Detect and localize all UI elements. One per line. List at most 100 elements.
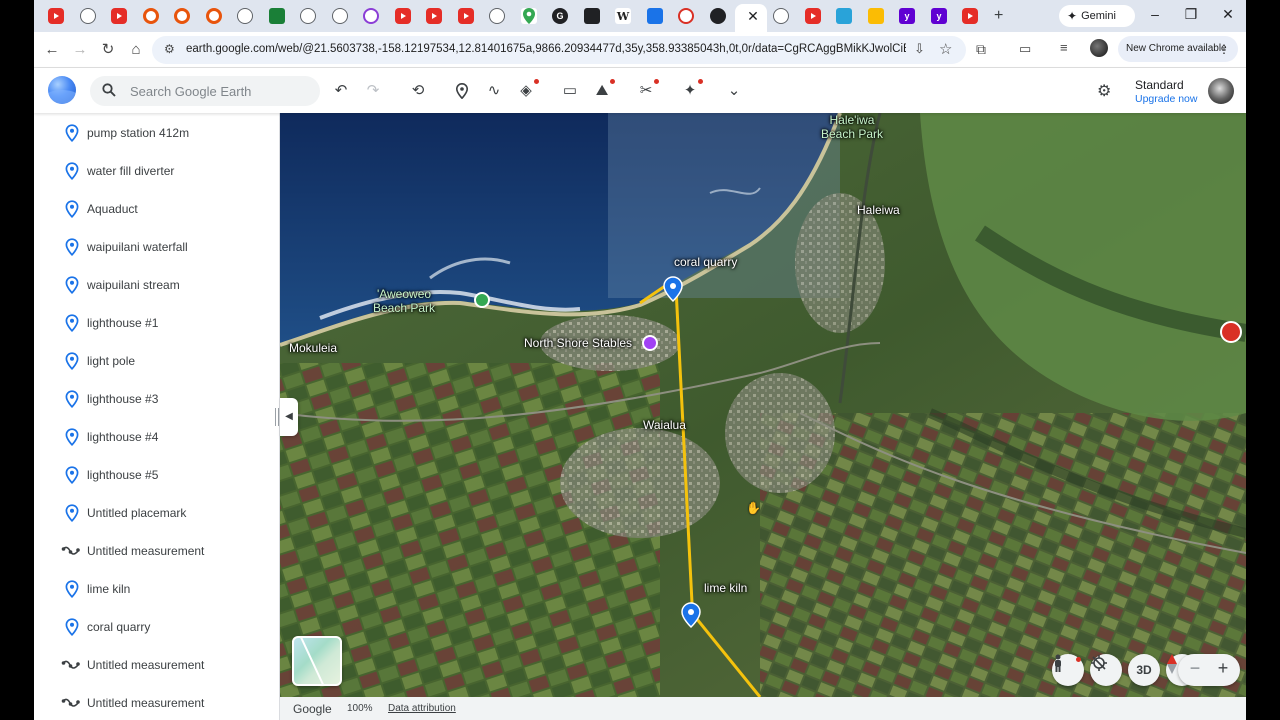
map-style-thumbnail[interactable] [292, 636, 342, 686]
minimize-icon[interactable]: – [1145, 6, 1165, 22]
restore-icon[interactable]: ❐ [1181, 6, 1201, 23]
map-label-mokuleia[interactable]: Mokuleia [289, 341, 337, 355]
sidebar-item-pump-station[interactable]: pump station 412m [34, 114, 279, 152]
sidebar-item-untitled-measurement[interactable]: Untitled measurement [34, 646, 279, 684]
youtube-icon[interactable] [48, 8, 64, 24]
elevation-profile-icon[interactable]: ⛰ [592, 79, 615, 101]
youtube-icon[interactable] [111, 8, 127, 24]
zoom-in-button[interactable]: + [1214, 658, 1232, 679]
youtube-icon[interactable] [395, 8, 411, 24]
sidebar-item-aquaduct[interactable]: Aquaduct [34, 190, 279, 228]
add-placemark-icon[interactable] [452, 81, 472, 101]
youtube-icon[interactable] [805, 8, 821, 24]
yahoo-icon[interactable]: y [931, 8, 947, 24]
gear-icon[interactable] [489, 8, 505, 24]
profile-avatar[interactable] [1090, 39, 1108, 57]
map-label-north-shore-stables[interactable]: North Shore Stables [524, 336, 632, 350]
youtube-icon[interactable] [962, 8, 978, 24]
collapse-sidebar-button[interactable]: ◀ [280, 398, 298, 436]
globe-icon[interactable] [773, 8, 789, 24]
youtube-icon[interactable] [426, 8, 442, 24]
dark-icon[interactable] [584, 8, 600, 24]
extensions-icon[interactable]: ⧉ [976, 41, 986, 58]
home-icon[interactable]: ⌂ [127, 41, 145, 59]
pegman-street-view-button[interactable] [1052, 654, 1084, 686]
ai-sparkle-icon[interactable]: ✦ [680, 79, 703, 101]
upgrade-link[interactable]: Upgrade now [1135, 93, 1197, 105]
google-earth-logo[interactable] [48, 76, 76, 104]
sidebar-item-untitled-measurement[interactable]: Untitled measurement [34, 684, 279, 720]
sidebar-item-lighthouse-1[interactable]: lighthouse #1 [34, 304, 279, 342]
globe-icon[interactable] [332, 8, 348, 24]
account-avatar[interactable] [1208, 78, 1234, 104]
new-tab-button[interactable]: + [994, 7, 1003, 25]
gemini-button[interactable]: ✦ Gemini [1059, 5, 1135, 27]
toggle-3d-button[interactable]: 3D [1128, 654, 1160, 686]
park-icon[interactable] [474, 292, 490, 308]
globe-icon[interactable] [237, 8, 253, 24]
tools-icon[interactable]: ✂ [636, 79, 659, 101]
map-label-haleiwa[interactable]: Haleiwa [857, 203, 900, 217]
sidebar-item-lime-kiln[interactable]: lime kiln [34, 570, 279, 608]
search-input[interactable] [130, 80, 310, 102]
tab-search-icon[interactable]: ▭ [1019, 41, 1031, 57]
lime-kiln-label[interactable]: lime kiln [704, 581, 747, 595]
globe-icon[interactable] [300, 8, 316, 24]
zoom-out-button[interactable]: − [1186, 658, 1204, 679]
sidebar-item-water-fill-diverter[interactable]: water fill diverter [34, 152, 279, 190]
c-icon[interactable] [174, 8, 190, 24]
my-location-button[interactable] [1090, 654, 1122, 686]
c-icon[interactable] [143, 8, 159, 24]
coral-quarry-label[interactable]: coral quarry [674, 255, 737, 269]
dark-icon[interactable] [710, 8, 726, 24]
url-text[interactable]: earth.google.com/web/@21.5603738,-158.12… [186, 43, 906, 55]
site-info-icon[interactable]: ⚙ [164, 42, 175, 56]
green-app-icon[interactable] [269, 8, 285, 24]
yahoo-icon[interactable]: y [899, 8, 915, 24]
measure-icon[interactable]: ▭ [560, 81, 580, 101]
data-attribution-link[interactable]: Data attribution [388, 703, 456, 714]
history-icon[interactable]: ⟲ [408, 81, 428, 101]
redo-icon[interactable]: ↷ [363, 81, 383, 101]
sidebar-item-light-pole[interactable]: light pole [34, 342, 279, 380]
location-badge-icon[interactable] [1220, 321, 1242, 343]
draw-path-icon[interactable]: ∿ [484, 81, 504, 101]
map-label-aweoweo-beach-park[interactable]: 'Aweoweo Beach Park [366, 287, 442, 315]
map-label-waialua[interactable]: Waialua [643, 418, 686, 432]
sidebar-item-untitled-measurement[interactable]: Untitled measurement [34, 532, 279, 570]
purple-icon[interactable] [363, 8, 379, 24]
close-window-icon[interactable]: ✕ [1218, 6, 1238, 23]
maps-icon[interactable] [521, 8, 537, 24]
sidebar-item-untitled-placemark[interactable]: Untitled placemark [34, 494, 279, 532]
undo-icon[interactable]: ↶ [331, 81, 351, 101]
sidebar-item-coral-quarry[interactable]: coral quarry [34, 608, 279, 646]
media-control-icon[interactable]: ≡ [1060, 40, 1068, 55]
sidebar-resize-handle[interactable] [275, 408, 279, 426]
blue-app-icon[interactable] [647, 8, 663, 24]
red-icon[interactable] [678, 8, 694, 24]
settings-gear-icon[interactable]: ⚙ [1097, 81, 1111, 101]
bookmark-star-icon[interactable]: ☆ [939, 40, 952, 58]
attraction-icon[interactable] [642, 335, 658, 351]
youtube-icon[interactable] [458, 8, 474, 24]
blue-app-icon[interactable] [836, 8, 852, 24]
close-tab-icon[interactable]: ✕ [745, 8, 761, 24]
globe-icon[interactable] [80, 8, 96, 24]
layers-icon[interactable]: ◈ [516, 79, 539, 101]
map-label-haleiwa-beach-park[interactable]: Hale'iwa Beach Park [818, 113, 886, 141]
map-viewport[interactable]: Hale'iwa Beach Park Haleiwa coral quarry… [280, 113, 1246, 697]
chevron-down-icon[interactable]: ⌄ [724, 81, 744, 101]
update-chip[interactable]: New Chrome available ⋮ [1118, 36, 1238, 62]
wikipedia-icon[interactable]: W [615, 8, 631, 24]
sidebar-item-lighthouse-3[interactable]: lighthouse #3 [34, 380, 279, 418]
sidebar-item-lighthouse-5[interactable]: lighthouse #5 [34, 456, 279, 494]
bag-icon[interactable] [868, 8, 884, 24]
google-icon[interactable]: G [552, 8, 568, 24]
address-bar[interactable]: ⚙ earth.google.com/web/@21.5603738,-158.… [152, 36, 966, 64]
sidebar-item-lighthouse-4[interactable]: lighthouse #4 [34, 418, 279, 456]
sidebar-item-waipuilani-waterfall[interactable]: waipuilani waterfall [34, 228, 279, 266]
sidebar-item-waipuilani-stream[interactable]: waipuilani stream [34, 266, 279, 304]
reload-icon[interactable]: ↻ [99, 41, 117, 59]
c-icon[interactable] [206, 8, 222, 24]
earth-search-box[interactable] [90, 76, 320, 106]
